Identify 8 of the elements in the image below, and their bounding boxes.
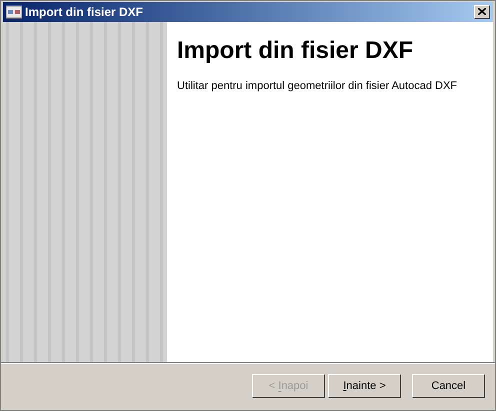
wizard-button[interactable]: Inainte > <box>328 374 401 398</box>
close-button[interactable] <box>474 4 490 19</box>
page-description: Utilitar pentru importul geometriilor din fisier Autocad DXF <box>177 78 458 94</box>
close-icon <box>478 8 486 16</box>
wizard-button[interactable]: Cancel <box>412 374 485 398</box>
app-icon <box>6 4 22 19</box>
page-heading: Import din fisier DXF <box>177 36 414 66</box>
window-title: Import din fisier DXF <box>25 4 144 21</box>
